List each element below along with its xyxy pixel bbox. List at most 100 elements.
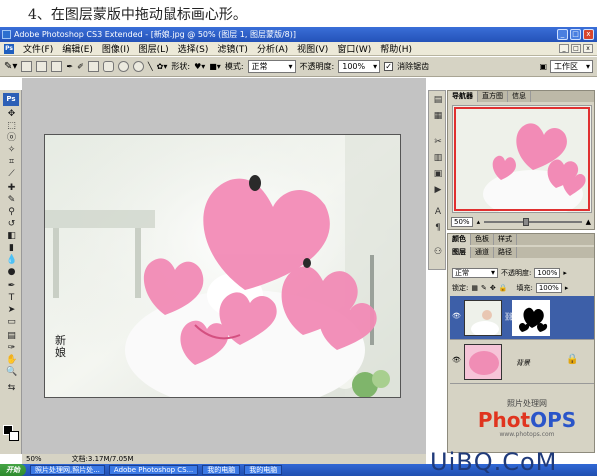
tab-info[interactable]: 信息 — [508, 91, 531, 102]
layer-row-layer1[interactable]: 👁 ⛓ — [450, 296, 594, 340]
background-color-swatch[interactable] — [9, 431, 19, 441]
dodge-tool-icon[interactable]: ● — [6, 268, 17, 277]
layer-mask-thumbnail[interactable] — [512, 300, 550, 336]
layer-thumbnail[interactable] — [464, 300, 502, 336]
background-layer-name[interactable]: 背景 — [516, 358, 530, 368]
eraser-tool-icon[interactable]: ◧ — [6, 232, 17, 241]
tab-styles[interactable]: 样式 — [494, 234, 517, 245]
dock-navigator-icon[interactable]: ▤ — [433, 95, 443, 105]
taskbar-item-browser[interactable]: 照片处理网,照片处... — [30, 465, 105, 475]
menu-image[interactable]: 图像(I) — [102, 42, 130, 55]
opacity-dropdown-icon[interactable]: ▸ — [563, 269, 567, 277]
line-tool-icon[interactable]: ╲ — [148, 62, 153, 71]
zoom-tool-icon[interactable]: 🔍 — [6, 368, 17, 377]
swap-colors-icon[interactable]: ⇆ — [6, 384, 17, 393]
lock-transparent-icon[interactable]: ▦ — [471, 284, 478, 292]
tab-navigator[interactable]: 导航器 — [448, 91, 478, 102]
rounded-rectangle-icon[interactable] — [102, 61, 114, 72]
shape-layers-icon[interactable] — [21, 61, 33, 72]
crop-tool-icon[interactable]: ⌗ — [6, 158, 17, 167]
menu-analysis[interactable]: 分析(A) — [257, 42, 288, 55]
fill-input[interactable]: 100% — [535, 283, 562, 293]
hand-tool-icon[interactable]: ✋ — [6, 356, 17, 365]
menu-file[interactable]: 文件(F) — [23, 42, 53, 55]
clone-stamp-icon[interactable]: ⚲ — [6, 208, 17, 217]
taskbar-item-photoshop[interactable]: Adobe Photoshop CS... — [108, 465, 199, 475]
menu-help[interactable]: 帮助(H) — [380, 42, 412, 55]
zoom-in-icon[interactable]: ▲ — [586, 218, 591, 226]
slice-tool-icon[interactable]: ⟋ — [6, 170, 17, 179]
tool-preset-icon[interactable]: ✎▾ — [4, 61, 17, 72]
brush-tool-icon[interactable]: ✎ — [6, 196, 17, 205]
close-button[interactable]: x — [583, 29, 594, 40]
zoom-out-icon[interactable]: ▴ — [477, 218, 481, 226]
dock-layer-comps-icon[interactable]: ▣ — [433, 169, 443, 179]
dock-paragraph-icon[interactable]: ¶ — [433, 223, 443, 233]
background-thumbnail[interactable] — [464, 344, 502, 380]
polygon-tool-icon[interactable] — [132, 61, 144, 72]
menu-window[interactable]: 窗口(W) — [337, 42, 371, 55]
tab-color[interactable]: 颜色 — [448, 234, 471, 245]
tab-paths[interactable]: 路径 — [494, 247, 517, 258]
tab-histogram[interactable]: 直方图 — [478, 91, 508, 102]
freeform-pen-icon[interactable]: ✐ — [77, 62, 84, 71]
layer-opacity-input[interactable]: 100% — [534, 268, 561, 278]
doc-minimize-button[interactable]: _ — [559, 44, 569, 53]
menu-filter[interactable]: 滤镜(T) — [217, 42, 248, 55]
heart-shape-picker-icon[interactable]: ♥▾ — [194, 62, 205, 71]
pen-icon[interactable]: ✒ — [66, 62, 73, 71]
dock-brushes-icon[interactable]: ▥ — [433, 153, 443, 163]
menu-edit[interactable]: 编辑(E) — [62, 42, 93, 55]
zoom-readout[interactable]: 50% — [26, 454, 42, 464]
custom-shape-icon[interactable]: ✿▾ — [157, 62, 168, 71]
healing-brush-icon[interactable]: ✚ — [6, 184, 17, 193]
maximize-button[interactable]: □ — [570, 29, 581, 40]
style-swatch-icon[interactable]: ■▾ — [209, 62, 221, 71]
taskbar-item-mycomputer-1[interactable]: 我的电脑 — [202, 465, 241, 475]
workspace-button[interactable]: 工作区 — [550, 60, 593, 73]
navigator-view-box[interactable] — [454, 107, 590, 211]
navigator-preview[interactable] — [452, 105, 592, 213]
ellipse-tool-icon[interactable] — [117, 61, 129, 72]
doc-close-button[interactable]: x — [583, 44, 593, 53]
menu-view[interactable]: 视图(V) — [297, 42, 328, 55]
fill-dropdown-icon[interactable]: ▸ — [565, 284, 569, 292]
dock-character-icon[interactable]: A — [433, 207, 443, 217]
fill-pixels-icon[interactable] — [51, 61, 63, 72]
blend-mode-select[interactable]: 正常 — [452, 268, 498, 278]
marquee-tool-icon[interactable]: ⬚ — [6, 122, 17, 131]
magic-wand-icon[interactable]: ✧ — [6, 146, 17, 155]
dock-clone-source-icon[interactable]: ⚇ — [433, 247, 443, 257]
zoom-slider-knob[interactable] — [523, 218, 530, 226]
rectangle-tool-icon[interactable] — [87, 61, 99, 72]
opacity-input[interactable]: 100% — [338, 60, 381, 73]
type-tool-icon[interactable]: T — [6, 294, 17, 303]
lasso-tool-icon[interactable]: ⓞ — [6, 134, 17, 143]
taskbar-item-mycomputer-2[interactable]: 我的电脑 — [244, 465, 283, 475]
navigator-zoom-input[interactable]: 50% — [451, 217, 473, 227]
dock-history-icon[interactable]: ▦ — [433, 111, 443, 121]
mode-select[interactable]: 正常 — [247, 60, 296, 73]
lock-image-icon[interactable]: ✎ — [481, 284, 487, 292]
start-button[interactable]: 开始 — [0, 464, 26, 476]
shape-tool-icon[interactable]: ▭ — [6, 318, 17, 327]
blur-tool-icon[interactable]: 💧 — [6, 256, 17, 265]
tab-channels[interactable]: 通道 — [471, 247, 494, 258]
move-tool-icon[interactable]: ✥ — [6, 110, 17, 119]
tab-swatches[interactable]: 色板 — [471, 234, 494, 245]
document-canvas[interactable]: 新娘 — [44, 134, 401, 398]
eye-icon[interactable]: 👁 — [452, 312, 461, 320]
antialias-checkbox[interactable]: ✓ — [384, 62, 394, 71]
palette-well-icon[interactable]: ▣ — [539, 62, 547, 71]
eye-icon[interactable]: 👁 — [452, 356, 461, 364]
dock-actions-icon[interactable]: ▶ — [433, 185, 443, 195]
tab-layers[interactable]: 图层 — [448, 247, 471, 258]
dock-tool-presets-icon[interactable]: ✂ — [433, 137, 443, 147]
doc-restore-button[interactable]: □ — [571, 44, 581, 53]
notes-tool-icon[interactable]: ▤ — [6, 332, 17, 341]
path-selection-icon[interactable]: ➤ — [6, 306, 17, 315]
document-size[interactable]: 文档:3.17M/7.05M — [72, 454, 134, 464]
menu-layer[interactable]: 图层(L) — [139, 42, 169, 55]
layer-row-background[interactable]: 👁 背景 🔒 — [450, 340, 594, 384]
eyedropper-icon[interactable]: ✑ — [6, 344, 17, 353]
